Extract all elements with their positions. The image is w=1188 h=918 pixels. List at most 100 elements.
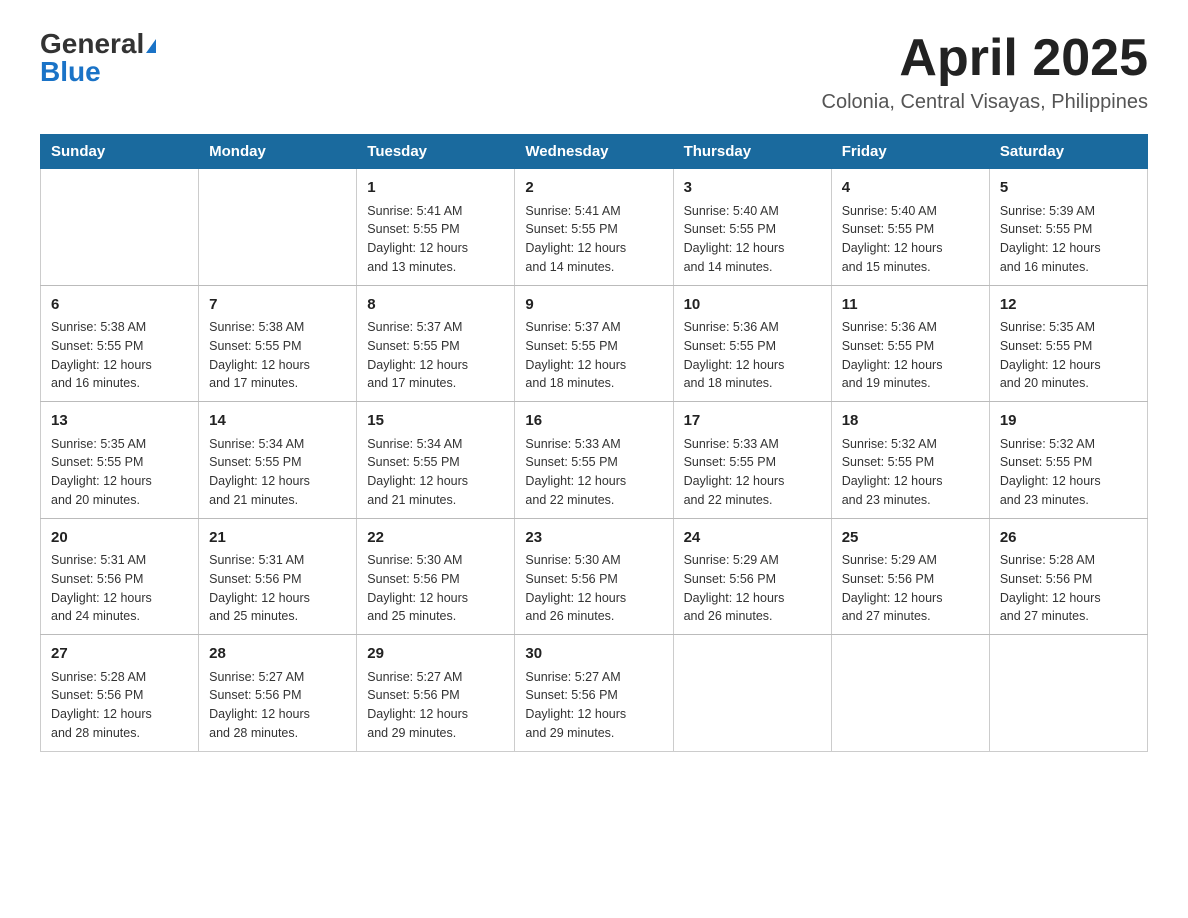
day-info-line: and 20 minutes. xyxy=(51,491,188,510)
day-info-line: Sunset: 5:56 PM xyxy=(51,686,188,705)
day-info-line: Sunrise: 5:33 AM xyxy=(684,435,821,454)
day-info-line: and 16 minutes. xyxy=(1000,258,1137,277)
day-info-line: Sunrise: 5:39 AM xyxy=(1000,202,1137,221)
day-info-line: Sunset: 5:56 PM xyxy=(367,686,504,705)
day-number: 14 xyxy=(209,410,346,433)
day-info-line: and 26 minutes. xyxy=(684,607,821,626)
day-info-line: Daylight: 12 hours xyxy=(51,356,188,375)
day-number: 11 xyxy=(842,294,979,317)
day-info-line: Sunset: 5:56 PM xyxy=(525,570,662,589)
calendar-cell: 14 Sunrise: 5:34 AMSunset: 5:55 PMDayligh… xyxy=(199,402,357,519)
day-info-line: Sunset: 5:56 PM xyxy=(684,570,821,589)
calendar-cell: 6Sunrise: 5:38 AMSunset: 5:55 PMDaylight… xyxy=(41,285,199,402)
day-header-tuesday: Tuesday xyxy=(357,135,515,169)
day-info-line: Sunset: 5:55 PM xyxy=(684,220,821,239)
day-info-line: Daylight: 12 hours xyxy=(684,472,821,491)
day-info-line: and 22 minutes. xyxy=(684,491,821,510)
day-info-line: Sunrise: 5:27 AM xyxy=(367,668,504,687)
day-info-line: Sunrise: 5:30 AM xyxy=(367,551,504,570)
day-info-line: and 27 minutes. xyxy=(842,607,979,626)
day-info-line: Sunrise: 5:36 AM xyxy=(842,318,979,337)
day-info-line: Sunrise: 5:29 AM xyxy=(842,551,979,570)
day-info-line: and 17 minutes. xyxy=(209,374,346,393)
day-info-line: Sunset: 5:55 PM xyxy=(525,453,662,472)
day-info-line: Sunrise: 5:27 AM xyxy=(525,668,662,687)
day-info-line: Daylight: 12 hours xyxy=(209,589,346,608)
day-number: 27 xyxy=(51,643,188,666)
day-header-sunday: Sunday xyxy=(41,135,199,169)
month-title: April 2025 xyxy=(822,30,1148,87)
day-info-line: Sunset: 5:55 PM xyxy=(1000,220,1137,239)
day-info-line: Sunset: 5:56 PM xyxy=(525,686,662,705)
day-number: 16 xyxy=(525,410,662,433)
day-info-line: and 18 minutes. xyxy=(525,374,662,393)
day-info-line: Sunrise: 5:34 AM xyxy=(367,435,504,454)
day-header-thursday: Thursday xyxy=(673,135,831,169)
logo-general-line: General xyxy=(40,30,156,58)
day-info-line: and 26 minutes. xyxy=(525,607,662,626)
day-number: 30 xyxy=(525,643,662,666)
day-number: 20 xyxy=(51,527,188,550)
day-info-line: Daylight: 12 hours xyxy=(51,472,188,491)
header: General Blue April 2025 Colonia, Central… xyxy=(40,30,1148,114)
day-info-line: Sunrise: 5:31 AM xyxy=(51,551,188,570)
day-info-line: and 14 minutes. xyxy=(525,258,662,277)
day-info-line: Sunrise: 5:37 AM xyxy=(525,318,662,337)
day-number: 6 xyxy=(51,294,188,317)
day-info-line: Sunrise: 5:41 AM xyxy=(367,202,504,221)
calendar-cell: 15Sunrise: 5:34 AMSunset: 5:55 PMDayligh… xyxy=(357,402,515,519)
day-number: 25 xyxy=(842,527,979,550)
day-info-line: Daylight: 12 hours xyxy=(684,239,821,258)
day-info-line: Sunset: 5:55 PM xyxy=(209,453,346,472)
calendar-cell: 2Sunrise: 5:41 AMSunset: 5:55 PMDaylight… xyxy=(515,169,673,286)
day-info-line: Sunset: 5:56 PM xyxy=(367,570,504,589)
day-info-line: Sunrise: 5:33 AM xyxy=(525,435,662,454)
day-info-line: Daylight: 12 hours xyxy=(842,589,979,608)
day-info-line: Daylight: 12 hours xyxy=(209,472,346,491)
day-info-line: Sunrise: 5:32 AM xyxy=(1000,435,1137,454)
day-info-line: Sunrise: 5:40 AM xyxy=(842,202,979,221)
day-info-line: Daylight: 12 hours xyxy=(525,705,662,724)
day-info-line: Sunset: 5:55 PM xyxy=(367,453,504,472)
day-info-line: Sunset: 5:55 PM xyxy=(209,337,346,356)
calendar-cell: 7Sunrise: 5:38 AMSunset: 5:55 PMDaylight… xyxy=(199,285,357,402)
day-number: 10 xyxy=(684,294,821,317)
day-info-line: and 28 minutes. xyxy=(51,724,188,743)
calendar-cell: 20Sunrise: 5:31 AMSunset: 5:56 PMDayligh… xyxy=(41,518,199,635)
day-number: 13 xyxy=(51,410,188,433)
day-info-line: and 23 minutes. xyxy=(1000,491,1137,510)
week-row-0: 1Sunrise: 5:41 AMSunset: 5:55 PMDaylight… xyxy=(41,169,1148,286)
day-info-line: Sunset: 5:55 PM xyxy=(525,337,662,356)
calendar-body: 1Sunrise: 5:41 AMSunset: 5:55 PMDaylight… xyxy=(41,169,1148,752)
calendar-cell: 21Sunrise: 5:31 AMSunset: 5:56 PMDayligh… xyxy=(199,518,357,635)
day-info-line: Sunrise: 5:35 AM xyxy=(51,435,188,454)
logo-blue-text: Blue xyxy=(40,58,101,86)
week-row-2: 13Sunrise: 5:35 AMSunset: 5:55 PMDayligh… xyxy=(41,402,1148,519)
week-row-3: 20Sunrise: 5:31 AMSunset: 5:56 PMDayligh… xyxy=(41,518,1148,635)
calendar-cell: 4Sunrise: 5:40 AMSunset: 5:55 PMDaylight… xyxy=(831,169,989,286)
calendar-cell: 24Sunrise: 5:29 AMSunset: 5:56 PMDayligh… xyxy=(673,518,831,635)
day-info-line: and 27 minutes. xyxy=(1000,607,1137,626)
day-header-monday: Monday xyxy=(199,135,357,169)
day-info-line: Sunset: 5:56 PM xyxy=(842,570,979,589)
logo-general-text: General xyxy=(40,28,144,59)
day-number: 15 xyxy=(367,410,504,433)
day-info-line: Daylight: 12 hours xyxy=(367,239,504,258)
day-info-line: Daylight: 12 hours xyxy=(209,705,346,724)
calendar-cell: 23Sunrise: 5:30 AMSunset: 5:56 PMDayligh… xyxy=(515,518,673,635)
calendar-cell xyxy=(41,169,199,286)
day-info-line: Sunrise: 5:30 AM xyxy=(525,551,662,570)
day-info-line: Sunrise: 5:34 AM xyxy=(209,435,346,454)
calendar-cell: 27Sunrise: 5:28 AMSunset: 5:56 PMDayligh… xyxy=(41,635,199,752)
day-info-line: and 19 minutes. xyxy=(842,374,979,393)
day-info-line: Daylight: 12 hours xyxy=(1000,356,1137,375)
day-info-line: Sunrise: 5:41 AM xyxy=(525,202,662,221)
calendar-cell: 28Sunrise: 5:27 AMSunset: 5:56 PMDayligh… xyxy=(199,635,357,752)
day-info-line: Sunset: 5:55 PM xyxy=(842,453,979,472)
day-number: 21 xyxy=(209,527,346,550)
day-info-line: Sunset: 5:55 PM xyxy=(684,337,821,356)
day-info-line: Daylight: 12 hours xyxy=(367,705,504,724)
day-info-line: Daylight: 12 hours xyxy=(525,472,662,491)
day-info-line: Daylight: 12 hours xyxy=(367,356,504,375)
calendar-cell xyxy=(673,635,831,752)
